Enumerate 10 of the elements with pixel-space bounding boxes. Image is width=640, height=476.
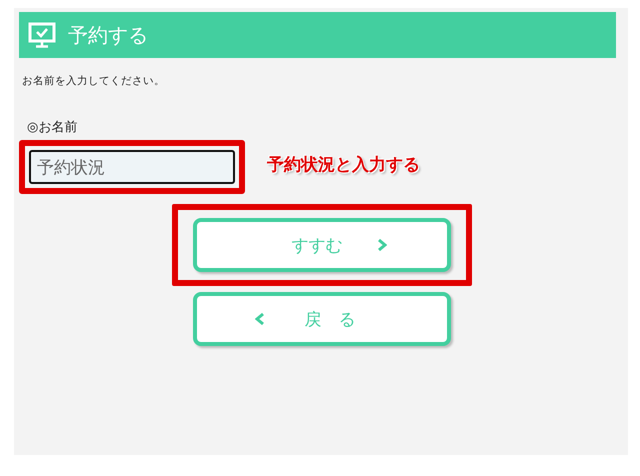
annotation-text: 予約状況と入力する (267, 154, 420, 176)
back-button[interactable]: 戻 る (193, 292, 451, 346)
instruction-text: お名前を入力してください。 (22, 74, 166, 88)
header-title: 予約する (68, 22, 148, 48)
field-label: ◎お名前 (27, 119, 78, 136)
name-input-field[interactable]: 予約状況 (29, 150, 235, 184)
next-button[interactable]: すすむ (193, 218, 451, 272)
chevron-right-icon (376, 238, 386, 252)
monitor-check-icon (28, 22, 56, 48)
chevron-left-icon (254, 312, 264, 326)
